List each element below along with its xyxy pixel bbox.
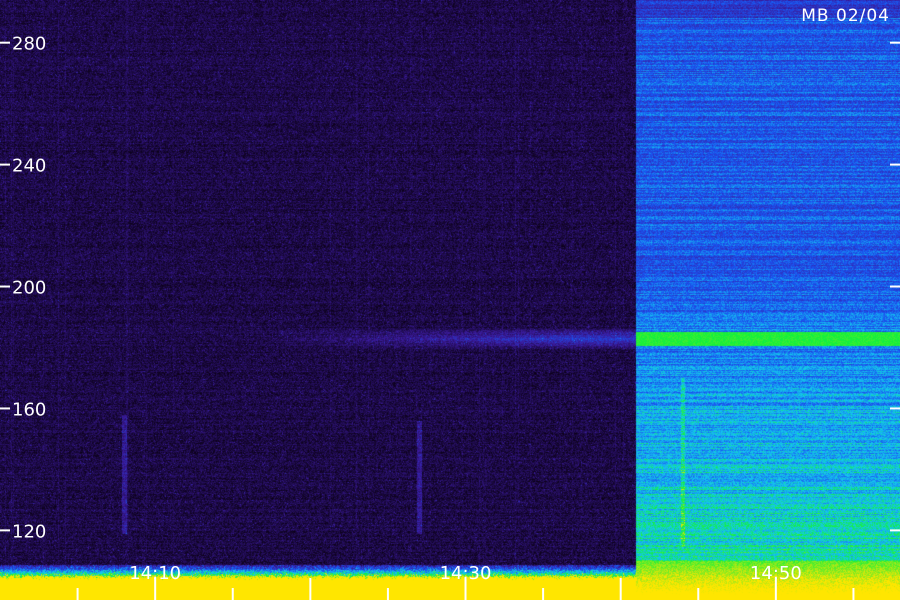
x-tick-label: 14:30 [440, 563, 492, 584]
y-tick-label: 120 [12, 521, 46, 542]
spectrogram-chart: 280 240 200 160 120 14:10 14:30 14:50 MB 02/04 [0, 0, 900, 600]
y-tick-label: 280 [12, 34, 46, 55]
axis-overlay: 280 240 200 160 120 14:10 14:30 14:50 [0, 34, 900, 600]
y-tick-label: 160 [12, 399, 46, 420]
y-tick-label: 240 [12, 156, 46, 177]
corner-label: MB 02/04 [801, 6, 890, 26]
y-tick-label: 200 [12, 278, 46, 299]
x-tick-label: 14:10 [129, 563, 181, 584]
x-tick-label: 14:50 [750, 563, 802, 584]
